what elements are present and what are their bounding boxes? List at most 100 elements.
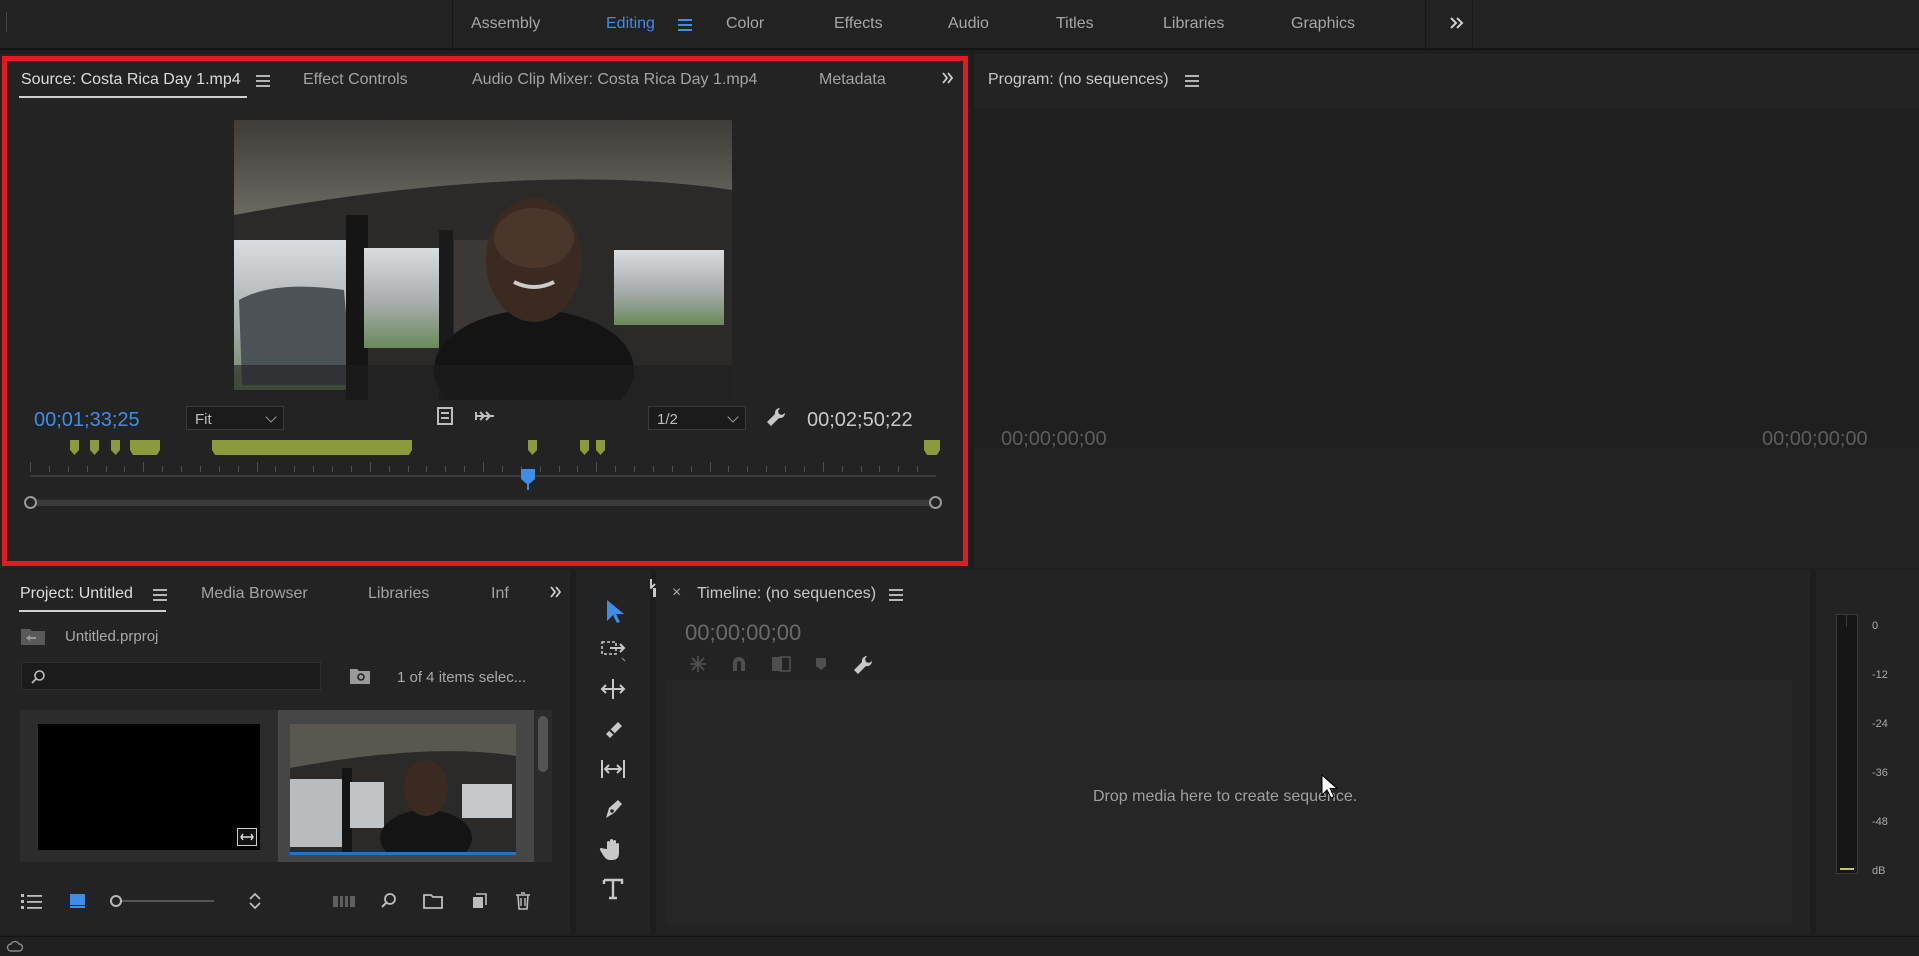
linked-selection-icon[interactable] [770,654,792,674]
workspace-tab-audio[interactable]: Audio [948,15,989,33]
peak-indicator-left[interactable] [1837,615,1847,627]
mouse-cursor-icon [1320,774,1338,800]
source-monitor-panel: Source: Costa Rica Day 1.mp4 Effect Cont… [0,54,970,599]
workspaces-overflow-icon[interactable] [1448,14,1466,32]
playback-resolution-value: 1/2 [657,411,678,428]
playback-resolution-dropdown[interactable]: 1/2 [648,406,746,430]
add-marker-icon[interactable] [813,656,829,672]
meter-tick-label: dB [1872,865,1886,877]
sort-icons-icon[interactable] [247,892,263,910]
hand-tool-icon[interactable] [596,832,630,866]
slider-handle[interactable] [110,895,122,907]
list-view-icon[interactable] [20,892,44,910]
divider [452,0,453,50]
workspace-tab-editing[interactable]: Editing [606,15,655,33]
timeline-timecode[interactable]: 00;00;00;00 [685,620,801,646]
meter-tick-label: -48 [1872,816,1888,828]
meter-tick-label: -12 [1872,669,1888,681]
audio-meter-scale: 0 -12 -24 -36 -48 dB [1860,620,1916,877]
project-items-grid [20,710,552,862]
workspace-tab-titles[interactable]: Titles [1056,15,1094,33]
audio-level-fill [1840,868,1854,870]
timeline-settings-wrench-icon[interactable] [852,654,874,676]
project-search-input[interactable] [21,662,321,690]
clip-markers-track [70,440,940,455]
tab-source[interactable]: Source: Costa Rica Day 1.mp4 [21,71,241,89]
zoom-level-value: Fit [195,411,212,428]
tab-libraries[interactable]: Libraries [368,585,429,603]
panel-menu-icon[interactable] [1185,75,1199,87]
automate-to-sequence-icon[interactable] [332,894,356,908]
razor-tool-icon[interactable] [596,712,630,746]
close-tab-icon[interactable]: × [672,584,681,602]
tab-metadata[interactable]: Metadata [819,71,886,89]
tab-media-browser[interactable]: Media Browser [201,585,308,603]
clear-trash-icon[interactable] [514,891,532,911]
tab-audio-clip-mixer[interactable]: Audio Clip Mixer: Costa Rica Day 1.mp4 [472,71,757,89]
divider [1472,0,1473,50]
program-current-timecode[interactable]: 00;00;00;00 [1001,428,1107,451]
pen-tool-icon[interactable] [596,792,630,826]
panel-menu-icon[interactable] [153,589,167,601]
audio-video-badge-icon [237,828,257,846]
timeline-panel: × Timeline: (no sequences) 00;00;00;00 D… [656,570,1810,934]
tab-project[interactable]: Project: Untitled [20,585,133,603]
project-item-costa-rica-clip[interactable] [278,710,534,862]
zoom-level-dropdown[interactable]: Fit [186,406,284,430]
new-item-icon[interactable] [470,892,488,910]
slider-track [114,900,214,902]
drag-video-icon[interactable] [436,406,454,426]
zoom-handle-right[interactable] [929,496,942,509]
program-video-frame[interactable] [974,108,1919,448]
clip-usage-bar [290,852,516,855]
find-icon[interactable] [380,892,398,910]
creative-cloud-icon[interactable] [6,939,24,955]
workspace-tab-color[interactable]: Color [726,15,764,33]
project-item-black-video[interactable] [20,710,278,862]
audio-meter-panel: 0 -12 -24 -36 -48 dB [1816,570,1919,934]
selection-tool-icon[interactable] [596,594,630,628]
active-tab-underline [19,96,247,98]
panel-menu-icon[interactable] [256,75,270,87]
search-icon [31,670,45,684]
zoom-slider[interactable] [110,894,214,908]
new-bin-icon[interactable] [423,892,443,910]
drag-audio-icon[interactable] [474,408,496,424]
meter-tick-label: -36 [1872,767,1888,779]
workspace-tab-effects[interactable]: Effects [834,15,883,33]
tools-panel [576,570,650,934]
item-thumbnail [38,724,260,850]
snap-magnet-icon[interactable] [729,654,749,674]
settings-wrench-icon[interactable] [765,406,787,428]
workspace-tab-graphics[interactable]: Graphics [1291,15,1355,33]
panel-overflow-icon[interactable] [548,584,564,600]
tab-program[interactable]: Program: (no sequences) [988,71,1169,89]
audio-meter-bar [1836,614,1858,874]
program-monitor-panel: Program: (no sequences) 00;00;00;00 00;0… [974,54,1919,599]
ripple-edit-tool-icon[interactable] [596,672,630,706]
tab-effect-controls[interactable]: Effect Controls [303,71,408,89]
panel-menu-icon[interactable] [889,589,903,601]
workspace-menu-icon[interactable] [678,19,692,31]
source-playhead[interactable] [520,468,536,490]
nest-sequences-icon[interactable] [688,654,708,674]
workspace-tab-libraries[interactable]: Libraries [1163,15,1224,33]
zoom-handle-left[interactable] [24,496,37,509]
workspace-bar: Assembly Editing Color Effects Audio Tit… [0,0,1919,50]
panel-overflow-icon[interactable] [940,70,956,86]
icon-view-icon[interactable] [68,891,88,909]
source-zoom-scrollbar[interactable] [24,494,942,512]
find-in-bin-icon[interactable] [349,666,371,686]
source-current-timecode[interactable]: 00;01;33;25 [34,409,140,432]
timeline-drop-area[interactable]: Drop media here to create sequence. [666,680,1792,924]
source-video-frame[interactable] [234,120,732,400]
type-tool-icon[interactable] [596,872,630,906]
tab-timeline[interactable]: Timeline: (no sequences) [697,585,876,603]
divider [1425,0,1426,50]
track-select-tool-icon[interactable] [596,632,630,666]
workspace-tab-assembly[interactable]: Assembly [471,15,540,33]
status-bar [0,936,1919,956]
grid-scrollbar[interactable] [538,716,548,772]
slip-tool-icon[interactable] [596,752,630,786]
tab-info[interactable]: Inf [491,585,509,603]
